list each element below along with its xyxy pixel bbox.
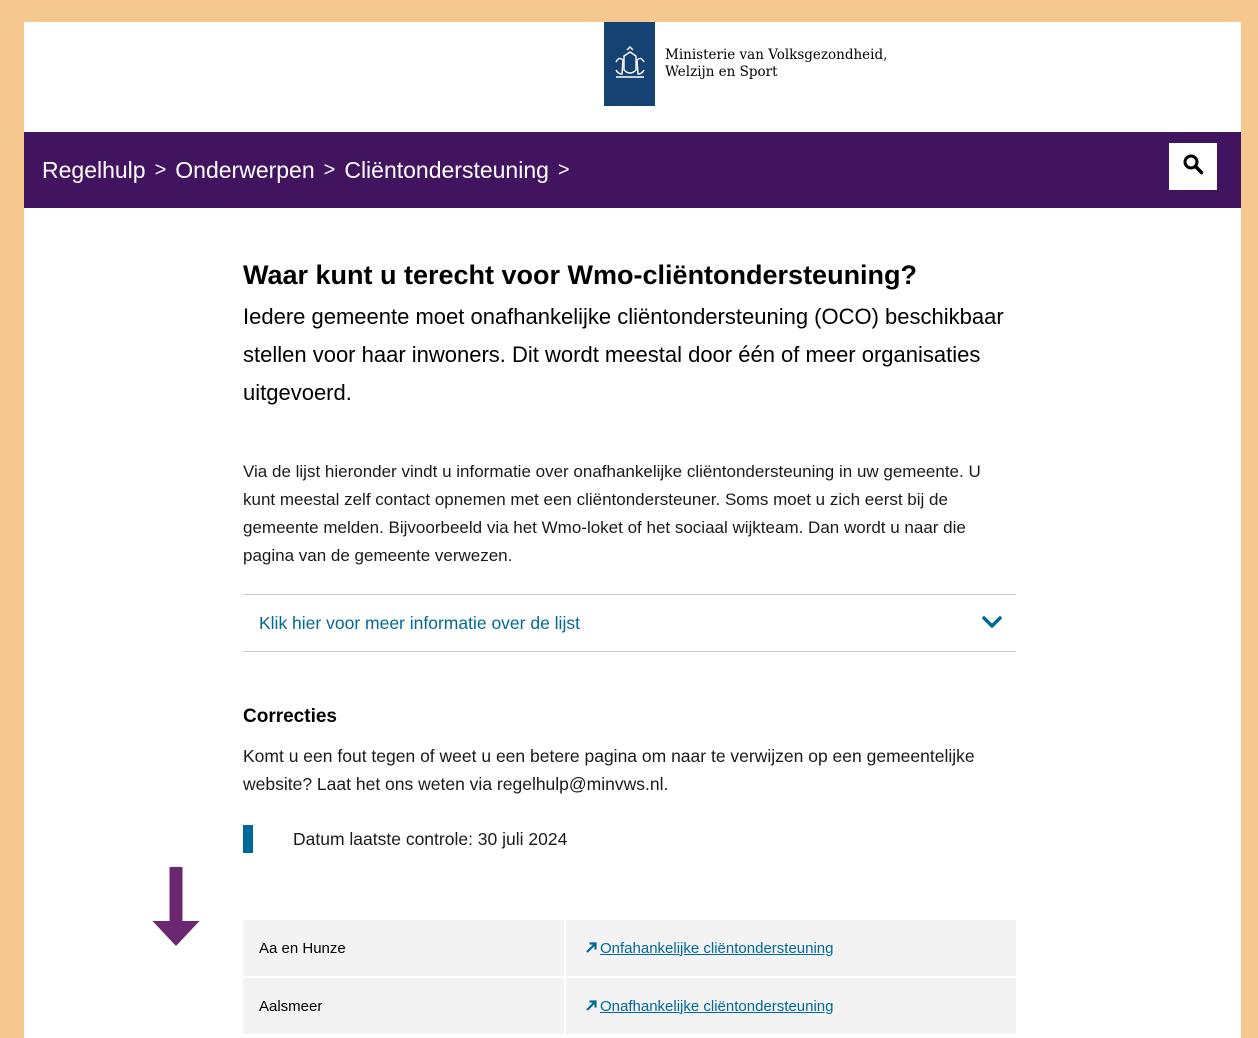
page-title: Waar kunt u terecht voor Wmo-cliëntonder… [243, 260, 918, 290]
coat-of-arms-icon [604, 22, 655, 106]
notice-accent-bar [243, 825, 253, 853]
external-link[interactable]: Onfahankelijke cliëntondersteuning [586, 940, 834, 957]
link-cell: Onafhankelijke cliëntondersteuning [566, 978, 1016, 1034]
chevron-down-icon [982, 613, 1002, 634]
breadcrumb: Regelhulp > Onderwerpen > Cliëntonderste… [42, 132, 579, 208]
search-icon [1182, 153, 1204, 180]
corrections-text: Komt u een fout tegen of weet u een bete… [243, 746, 975, 794]
intro-text: Iedere gemeente moet onafhankelijke clië… [243, 304, 1004, 405]
table-row: Aalsmeer Onafhankelijke cliëntondersteun… [243, 978, 1016, 1034]
last-check-notice: Datum laatste controle: 30 juli 2024 [243, 825, 567, 853]
list-info-accordion[interactable]: Klik hier voor meer informatie over de l… [243, 594, 1016, 652]
last-check-date: Datum laatste controle: 30 juli 2024 [293, 828, 568, 849]
arrow-down-icon [151, 832, 201, 987]
table-row: Aa en Hunze Onfahankelijke cliëntonderst… [243, 920, 1016, 976]
external-link-icon [586, 940, 597, 957]
municipality-name: Aalsmeer [243, 978, 564, 1034]
link-cell: Onfahankelijke cliëntondersteuning [566, 920, 1016, 976]
corrections-heading: Correcties [243, 706, 337, 727]
breadcrumb-separator: > [323, 158, 336, 181]
external-link-label: Onafhankelijke cliëntondersteuning [600, 997, 834, 1015]
ministry-name-line1: Ministerie van Volksgezondheid, [665, 47, 888, 63]
ministry-name: Ministerie van Volksgezondheid, Welzijn … [665, 47, 887, 81]
accordion-label: Klik hier voor meer informatie over de l… [259, 612, 580, 633]
municipality-name: Aa en Hunze [243, 920, 564, 976]
page-frame: Ministerie van Volksgezondheid, Welzijn … [24, 22, 1241, 1038]
breadcrumb-separator: > [557, 158, 570, 181]
breadcrumb-item-regelhulp[interactable]: Regelhulp [42, 157, 146, 184]
nav-bar: Regelhulp > Onderwerpen > Cliëntonderste… [24, 132, 1241, 208]
external-link-label: Onfahankelijke cliëntondersteuning [600, 939, 834, 957]
external-link[interactable]: Onafhankelijke cliëntondersteuning [586, 998, 834, 1015]
municipality-table: Aa en Hunze Onfahankelijke cliëntonderst… [243, 920, 1016, 1036]
ministry-name-line2: Welzijn en Sport [665, 64, 778, 80]
search-button[interactable] [1169, 143, 1217, 190]
body-text: Via de lijst hieronder vindt u informati… [243, 462, 981, 565]
breadcrumb-item-clientondersteuning[interactable]: Cliëntondersteuning [344, 157, 549, 184]
external-link-icon [586, 998, 597, 1015]
breadcrumb-separator: > [154, 158, 167, 181]
breadcrumb-item-onderwerpen[interactable]: Onderwerpen [175, 157, 314, 184]
ministry-brand[interactable]: Ministerie van Volksgezondheid, Welzijn … [604, 22, 887, 106]
